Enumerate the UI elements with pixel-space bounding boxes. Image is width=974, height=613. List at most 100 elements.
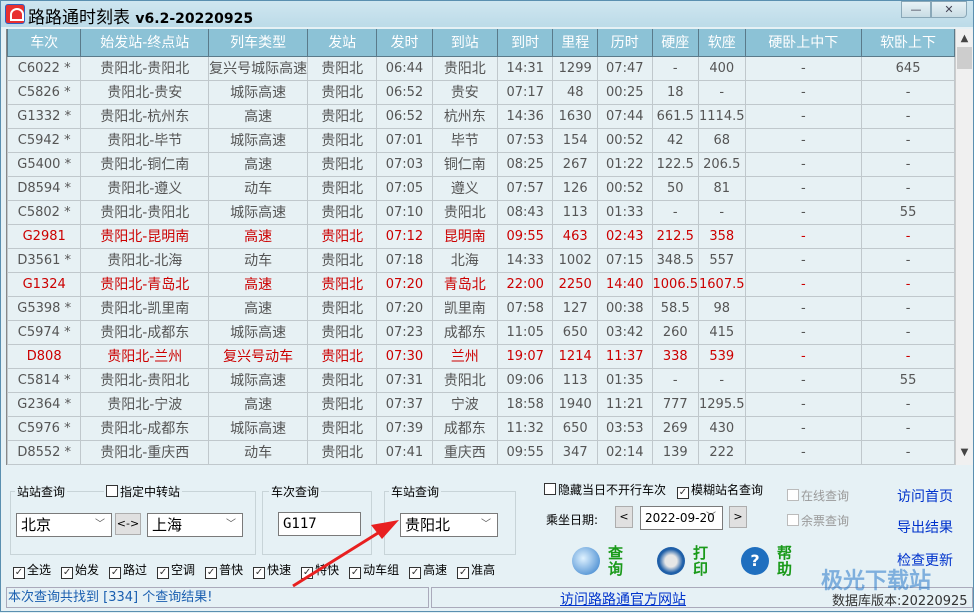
table-row[interactable]: G1324 贵阳北-青岛北 高速 贵阳北 07:20 青岛北 22:00 2250 14:40 1… [7,271,955,297]
ticket-query-box[interactable] [787,514,799,526]
transfer-checkbox[interactable]: 指定中转站 [104,483,183,500]
column-header[interactable]: 发时 [376,29,433,57]
filter-checkbox[interactable]: ✓ 动车组 [349,561,399,579]
column-header[interactable]: 到时 [496,29,554,57]
from-station-combo[interactable]: 北京 ﹀ [16,513,112,537]
swap-stations-button[interactable]: <-> [115,513,141,535]
filter-checkbox[interactable]: ✓ 全选 [13,561,51,579]
checkbox-box[interactable]: ✓ [349,567,362,579]
table-cell: G5400 * [7,151,82,177]
table-row[interactable]: C5942 * 贵阳北-毕节 城际高速 贵阳北 07:01 毕节 07:53 154 00:52… [7,127,955,153]
table-row[interactable]: D8552 * 贵阳北-重庆西 动车 贵阳北 07:41 重庆西 09:55 347 02:14… [7,439,955,465]
checkbox-box[interactable]: ✓ [205,567,218,579]
column-header[interactable]: 到站 [431,29,498,57]
minimize-icon: — [910,3,922,16]
table-row[interactable]: C5814 * 贵阳北-贵阳北 城际高速 贵阳北 07:31 贵阳北 09:06 113 01:… [7,367,955,393]
filter-checkbox[interactable]: ✓ 路过 [109,561,147,579]
ticket-query-checkbox[interactable]: 余票查询 [787,512,849,529]
table-cell: - [651,55,699,81]
table-cell: 00:52 [597,175,653,201]
filter-checkbox[interactable]: ✓ 始发 [61,561,99,579]
table-row[interactable]: C5826 * 贵阳北-贵安 城际高速 贵阳北 06:52 贵安 07:17 48 00:25 1… [7,79,955,105]
table-cell: 贵阳北-贵阳北 [80,199,210,225]
column-header[interactable]: 列车类型 [208,29,309,57]
table-cell: D8594 * [7,175,82,201]
train-number-value: G117 [283,516,317,532]
hide-not-running-box[interactable] [544,483,556,495]
checkbox-box[interactable]: ✓ [301,567,314,579]
scroll-up-icon[interactable]: ▲ [956,31,973,47]
chevron-down-icon: ﹀ [481,519,491,530]
fuzzy-search-box[interactable]: ✓ [677,487,689,499]
train-number-input[interactable]: G117 [278,512,361,536]
filter-checkbox[interactable]: ✓ 特快 [301,561,339,579]
table-row[interactable]: C6022 * 贵阳北-贵阳北 复兴号城际高速 贵阳北 06:44 贵阳北 14:31 129… [7,55,955,81]
export-results-link[interactable]: 导出结果 [897,517,953,537]
table-cell: 遵义 [431,175,498,201]
column-header[interactable]: 硬卧上中下 [744,29,863,57]
checkbox-box[interactable]: ✓ [157,567,170,579]
column-header[interactable]: 始发站-终点站 [80,29,210,57]
search-button[interactable]: 查询 [572,545,624,577]
table-row[interactable]: C5974 * 贵阳北-成都东 城际高速 贵阳北 07:23 成都东 11:05 650 03:… [7,319,955,345]
table-row[interactable]: D8594 * 贵阳北-遵义 动车 贵阳北 07:05 遵义 07:57 126 00:52 50… [7,175,955,201]
online-query-checkbox[interactable]: 在线查询 [787,487,849,504]
table-cell: 凯里南 [431,295,498,321]
filter-checkbox[interactable]: ✓ 普快 [205,561,243,579]
prev-date-button[interactable]: < [615,506,633,528]
checkbox-box[interactable]: ✓ [61,567,74,579]
table-row[interactable]: G5398 * 贵阳北-凯里南 高速 贵阳北 07:20 凯里南 07:58 127 00:38… [7,295,955,321]
table-cell: - [861,103,955,129]
scroll-down-icon[interactable]: ▼ [956,445,973,461]
official-site-link[interactable]: 访问路路通官方网站 [560,589,686,609]
table-cell: - [744,295,863,321]
filter-checkbox[interactable]: ✓ 快速 [253,561,291,579]
table-cell: 127 [552,295,599,321]
minimize-button[interactable]: — [901,1,931,18]
checkbox-box[interactable]: ✓ [253,567,266,579]
column-header[interactable]: 硬座 [651,29,699,57]
table-row[interactable]: G2364 * 贵阳北-宁波 高速 贵阳北 07:37 宁波 18:58 1940 11:21 7… [7,391,955,417]
table-cell: - [861,439,955,465]
checkbox-box[interactable]: ✓ [457,567,470,579]
table-cell: 98 [698,295,746,321]
column-header[interactable]: 车次 [7,29,82,57]
print-button[interactable]: 打印 [657,545,709,577]
table-row[interactable]: D808 贵阳北-兰州 复兴号动车 贵阳北 07:30 兰州 19:07 1214 11:37 3… [7,343,955,369]
online-query-box[interactable] [787,489,799,501]
filter-checkbox[interactable]: ✓ 准高 [457,561,495,579]
filter-checkbox[interactable]: ✓ 高速 [409,561,447,579]
column-header[interactable]: 里程 [552,29,599,57]
column-header[interactable]: 历时 [597,29,653,57]
column-header[interactable]: 软座 [698,29,746,57]
transfer-checkbox-box[interactable] [106,485,118,497]
to-station-combo[interactable]: 上海 ﹀ [147,513,243,537]
table-row[interactable]: G5400 * 贵阳北-铜仁南 高速 贵阳北 07:03 铜仁南 08:25 267 01:22… [7,151,955,177]
scroll-thumb[interactable] [957,47,972,69]
table-row[interactable]: C5802 * 贵阳北-贵阳北 城际高速 贵阳北 07:10 贵阳北 08:43 113 01:… [7,199,955,225]
fuzzy-search-checkbox[interactable]: ✓ 模糊站名查询 [677,481,763,499]
column-header[interactable]: 软卧上下 [861,29,955,57]
table-row[interactable]: G2981 贵阳北-昆明南 高速 贵阳北 07:12 昆明南 09:55 463 02:43 21… [7,223,955,249]
table-cell: - [744,103,863,129]
table-row[interactable]: C5976 * 贵阳北-成都东 城际高速 贵阳北 07:39 成都东 11:32 650 03:… [7,415,955,441]
stop-station-combo[interactable]: 贵阳北 ﹀ [400,513,498,537]
table-cell: D8552 * [7,439,82,465]
table-cell: 358 [698,223,746,249]
checkbox-box[interactable]: ✓ [13,567,25,579]
close-button[interactable]: ✕ [931,1,967,18]
checkbox-box[interactable]: ✓ [109,567,122,579]
checkbox-box[interactable]: ✓ [409,567,422,579]
date-label: 乘坐日期: [546,513,599,527]
table-row[interactable]: G1332 * 贵阳北-杭州东 高速 贵阳北 06:52 杭州东 14:36 1630 07:4… [7,103,955,129]
date-picker[interactable]: 2022-09-20 ﹀ [640,506,723,530]
hide-not-running-checkbox[interactable]: 隐藏当日不开行车次 [544,481,666,498]
next-date-button[interactable]: > [729,506,747,528]
table-cell: 07:10 [376,199,433,225]
help-button[interactable]: ? 帮助 [741,545,793,577]
table-row[interactable]: D3561 * 贵阳北-北海 动车 贵阳北 07:18 北海 14:33 1002 07:15 3… [7,247,955,273]
vertical-scrollbar[interactable]: ▲ ▼ [955,29,973,465]
homepage-link[interactable]: 访问首页 [897,486,953,506]
filter-checkbox[interactable]: ✓ 空调 [157,561,195,579]
column-header[interactable]: 发站 [307,29,378,57]
